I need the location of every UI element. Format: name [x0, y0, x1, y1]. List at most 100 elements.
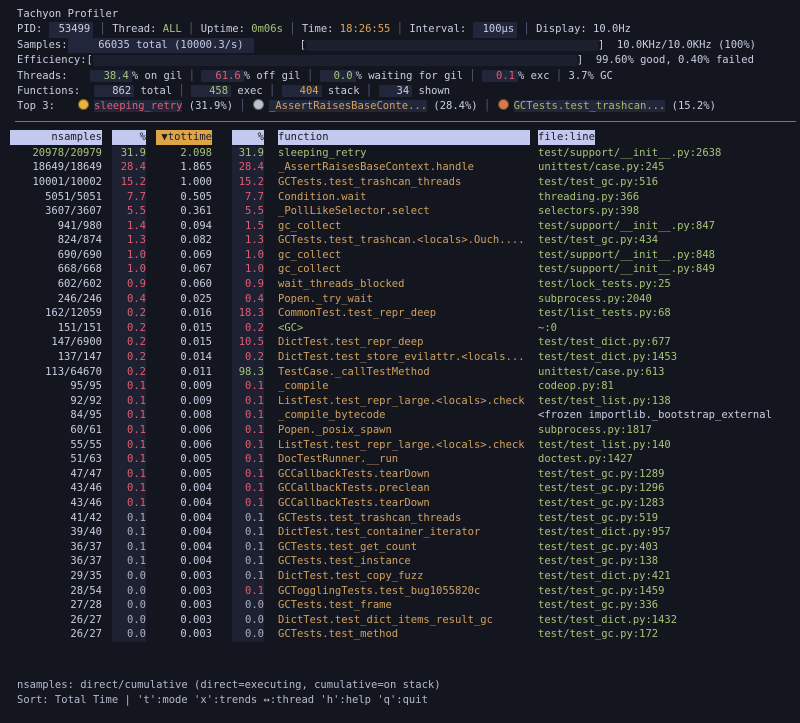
cell-file-line: test/test_dict.py:677 — [538, 335, 800, 350]
column-header-nsamples[interactable]: nsamples — [10, 130, 102, 145]
table-row: 92/920.10.0090.1ListTest.test_repr_large… — [10, 394, 800, 409]
table-row: 3607/36075.50.3615.5_PollLikeSelector.se… — [10, 204, 800, 219]
table-row: 43/460.10.0040.1GCCallbackTests.preclean… — [10, 481, 800, 496]
cell-pct-cumulative: 0.1 — [232, 452, 264, 467]
table-row: 60/610.10.0060.1Popen._posix_spawnsubpro… — [10, 423, 800, 438]
cell-pct-direct: 0.1 — [112, 408, 146, 423]
separator: │ — [550, 70, 569, 82]
cell-file-line: test/test_gc.py:172 — [538, 627, 800, 642]
cell-file-line: unittest/case.py:613 — [538, 365, 800, 380]
cell-pct-cumulative: 1.0 — [232, 262, 264, 277]
separator: │ — [263, 85, 282, 97]
thread-value[interactable]: ALL — [163, 22, 182, 37]
cell-nsamples: 26/27 — [10, 613, 102, 628]
table-row: 147/69000.20.01510.5DictTest.test_repr_d… — [10, 335, 800, 350]
cell-nsamples: 36/37 — [10, 540, 102, 555]
cell-pct-cumulative: 10.5 — [232, 335, 264, 350]
display-value: 10.0Hz — [593, 22, 631, 37]
cell-function: GCTests.test_frame — [278, 598, 530, 613]
threads-on-gil-value: 38.4 — [90, 70, 132, 82]
cell-nsamples: 39/40 — [10, 525, 102, 540]
cell-nsamples: 246/246 — [10, 292, 102, 307]
functions-total-value: 862 — [94, 85, 134, 97]
separator: │ — [93, 22, 112, 37]
efficiency-bar — [93, 55, 577, 66]
cell-file-line: test/support/__init__.py:849 — [538, 262, 800, 277]
table-row: 95/950.10.0090.1_compilecodeop.py:81 — [10, 379, 800, 394]
table-row: 690/6901.00.0691.0gc_collecttest/support… — [10, 248, 800, 263]
functions-total-suffix: total — [134, 85, 172, 97]
cell-tottime: 0.009 — [156, 394, 212, 409]
gold-medal-icon — [78, 99, 89, 110]
cell-pct-cumulative: 0.4 — [232, 292, 264, 307]
cell-pct-cumulative: 0.1 — [232, 554, 264, 569]
cell-function: GCTests.test_instance — [278, 554, 530, 569]
separator: │ — [478, 100, 497, 112]
functions-stats: 862 total │ 458 exec │ 404 stack │ 34 sh… — [94, 84, 450, 99]
cell-nsamples: 162/12059 — [10, 306, 102, 321]
top3-function-pct: (31.9%) — [182, 100, 233, 112]
column-header-tottime[interactable]: ▼tottime — [156, 130, 212, 145]
table-row: 18649/1864928.41.86528.4_AssertRaisesBas… — [10, 160, 800, 175]
samples-label: Samples: — [17, 38, 68, 53]
cell-tottime: 0.094 — [156, 219, 212, 234]
cell-nsamples: 28/54 — [10, 584, 102, 599]
cell-file-line: test/test_list.py:140 — [538, 438, 800, 453]
cell-tottime: 0.008 — [156, 408, 212, 423]
column-header-file-line[interactable]: file:line — [538, 130, 800, 145]
cell-nsamples: 690/690 — [10, 248, 102, 263]
cell-file-line: test/test_dict.py:957 — [538, 525, 800, 540]
cell-nsamples: 26/27 — [10, 627, 102, 642]
cell-function: Popen._try_wait — [278, 292, 530, 307]
cell-tottime: 0.009 — [156, 379, 212, 394]
cell-nsamples: 55/55 — [10, 438, 102, 453]
threads-label: Threads: — [17, 69, 68, 84]
cell-function: GCTests.test_trashcan_threads — [278, 175, 530, 190]
cell-nsamples: 60/61 — [10, 423, 102, 438]
separator: │ — [301, 70, 320, 82]
cell-pct-direct: 0.2 — [112, 365, 146, 380]
cell-function: _PollLikeSelector.select — [278, 204, 530, 219]
cell-file-line: test/test_gc.py:1296 — [538, 481, 800, 496]
cell-nsamples: 151/151 — [10, 321, 102, 336]
table-row: 27/280.00.0030.0GCTests.test_frametest/t… — [10, 598, 800, 613]
column-header-pct-direct[interactable]: % — [112, 130, 146, 145]
cell-function: GCCallbackTests.preclean — [278, 481, 530, 496]
cell-function: Condition.wait — [278, 190, 530, 205]
cell-file-line: test/test_dict.py:421 — [538, 569, 800, 584]
efficiency-label: Efficiency: — [17, 53, 87, 68]
cell-pct-cumulative: 0.2 — [232, 321, 264, 336]
cell-function: GCCallbackTests.tearDown — [278, 467, 530, 482]
cell-file-line: subprocess.py:2040 — [538, 292, 800, 307]
cell-pct-cumulative: 0.0 — [232, 627, 264, 642]
cell-tottime: 0.003 — [156, 613, 212, 628]
cell-pct-direct: 0.1 — [112, 394, 146, 409]
cell-pct-cumulative: 31.9 — [232, 146, 264, 161]
cell-function: ListTest.test_repr_large.<locals>.check — [278, 438, 530, 453]
top3-row: Top 3:sleeping_retry (31.9%) │ _AssertRa… — [17, 99, 800, 114]
cell-pct-direct: 0.0 — [112, 613, 146, 628]
cell-pct-cumulative: 18.3 — [232, 306, 264, 321]
threads-off-gil-suffix: % off gil — [244, 70, 301, 82]
table-row: 151/1510.20.0150.2<GC>~:0 — [10, 321, 800, 336]
column-header-pct-cumulative[interactable]: % — [232, 130, 264, 145]
display-label: Display: — [536, 22, 593, 37]
separator: │ — [517, 22, 536, 37]
cell-file-line: test/list_tests.py:68 — [538, 306, 800, 321]
cell-function: _AssertRaisesBaseContext.handle — [278, 160, 530, 175]
cell-pct-cumulative: 28.4 — [232, 160, 264, 175]
cell-function: ListTest.test_repr_large.<locals>.check — [278, 394, 530, 409]
cell-function: TestCase._callTestMethod — [278, 365, 530, 380]
cell-nsamples: 43/46 — [10, 481, 102, 496]
cell-pct-direct: 0.1 — [112, 452, 146, 467]
cell-tottime: 0.025 — [156, 292, 212, 307]
table-row: 824/8741.30.0821.3GCTests.test_trashcan.… — [10, 233, 800, 248]
cell-tottime: 0.015 — [156, 335, 212, 350]
cell-file-line: test/test_gc.py:403 — [538, 540, 800, 555]
interval-label: Interval: — [409, 22, 472, 37]
cell-pct-direct: 0.0 — [112, 584, 146, 599]
cell-tottime: 0.004 — [156, 511, 212, 526]
cell-pct-cumulative: 1.5 — [232, 219, 264, 234]
table-row: 55/550.10.0060.1ListTest.test_repr_large… — [10, 438, 800, 453]
column-header-function[interactable]: function — [278, 130, 530, 145]
